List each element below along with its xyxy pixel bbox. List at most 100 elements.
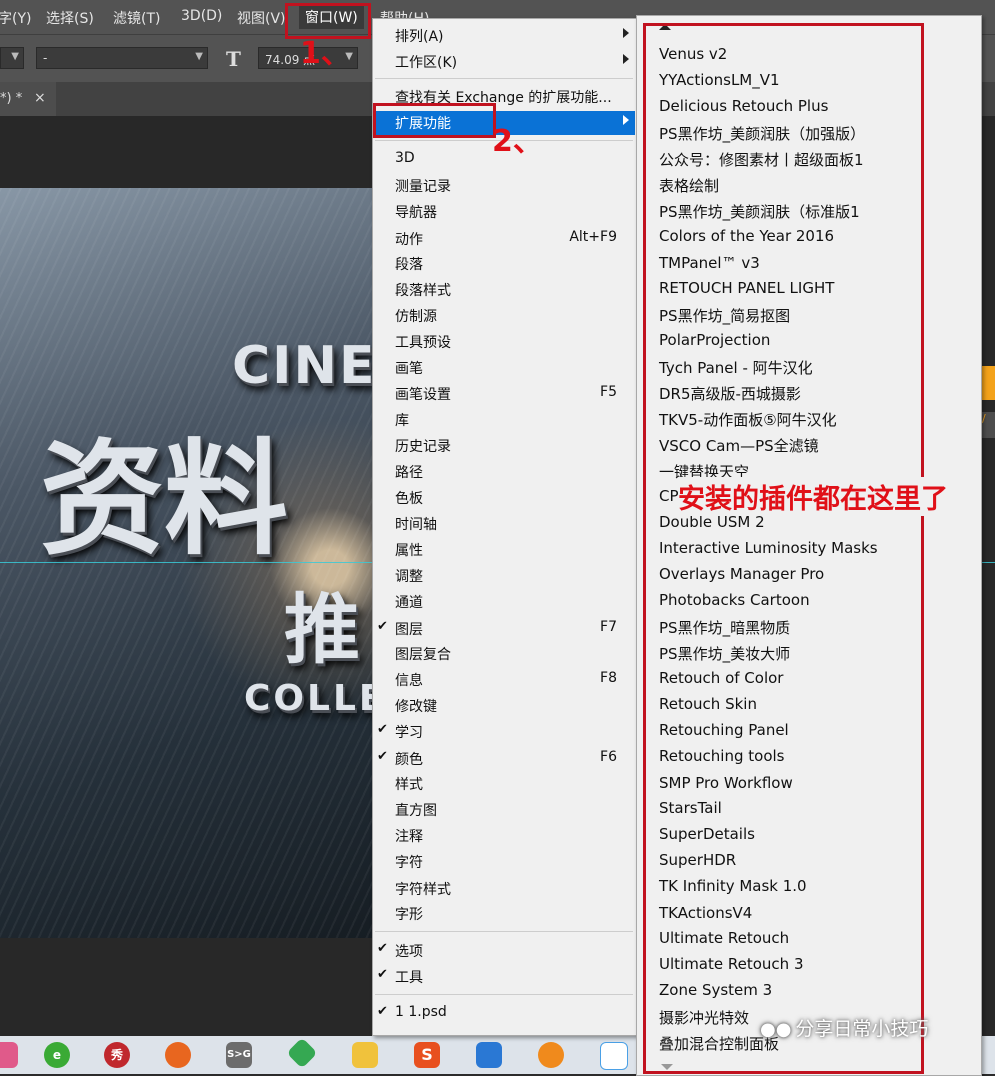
wechat-icon: ●● [760, 1019, 792, 1040]
font-style-value: - [43, 51, 48, 65]
annotation-step-2: 2、 [492, 124, 543, 159]
menu-item-tools[interactable]: ✔ 工具 [373, 965, 635, 989]
checkmark-icon: ✔ [377, 967, 388, 982]
menu-item-actions[interactable]: 动作 Alt+F9 [373, 227, 635, 251]
tools-icon[interactable] [476, 1042, 502, 1068]
watermark-text: 分享日常小技巧 [795, 1018, 929, 1040]
close-icon[interactable]: × [34, 90, 46, 106]
menu-item-histogram[interactable]: 直方图 [373, 798, 635, 822]
menu-item-info[interactable]: 信息 F8 [373, 668, 635, 692]
menu-item-label: 样式 [395, 777, 423, 793]
menu-item-tool-presets[interactable]: 工具预设 [373, 330, 635, 354]
menu-item-options[interactable]: ✔ 选项 [373, 939, 635, 963]
watermark: ●● 分享日常小技巧 [760, 1014, 928, 1041]
annotation-box-plugin-list [643, 23, 924, 1074]
submenu-arrow-icon [623, 28, 629, 38]
menu-item-label: 动作 [395, 232, 423, 248]
menu-item-learn[interactable]: ✔ 学习 [373, 720, 635, 744]
menu-item-label: 信息 [395, 673, 423, 689]
menu-item-character[interactable]: 字符 [373, 850, 635, 874]
menu-item-arrange[interactable]: 排列(A) [373, 24, 635, 48]
menu-item-label: 修改键 [395, 699, 437, 715]
menu-item-label: 学习 [395, 725, 423, 741]
menu-item-paragraph-styles[interactable]: 段落样式 [373, 278, 635, 302]
annotation-note: 安装的插件都在这里了 [678, 477, 948, 516]
menu-item-open-document[interactable]: ✔ 1 1.psd [373, 1002, 635, 1026]
menu-item-label: 画笔设置 [395, 387, 451, 403]
menu-item-label: 段落样式 [395, 283, 451, 299]
menu-item-brushes[interactable]: 画笔 [373, 356, 635, 380]
checkmark-icon: ✔ [377, 619, 388, 634]
folder-icon[interactable] [352, 1042, 378, 1068]
font-style-dropdown[interactable]: - ▼ [36, 47, 208, 69]
menu-item-label: 调整 [395, 569, 423, 585]
checkmark-icon: ✔ [377, 1004, 388, 1019]
menu-item-styles[interactable]: 样式 [373, 772, 635, 796]
checkmark-icon: ✔ [377, 941, 388, 956]
menu-item-glyphs[interactable]: 字形 [373, 902, 635, 926]
menu-item-label: 图层复合 [395, 647, 451, 663]
checkmark-icon: ✔ [377, 749, 388, 764]
menu-item-color[interactable]: ✔ 颜色 F6 [373, 747, 635, 771]
menu-item-label: 色板 [395, 491, 423, 507]
document-tab-title: *) * [0, 91, 23, 106]
sxg-icon[interactable]: S>G [226, 1042, 252, 1068]
menu-item-label: 图层 [395, 622, 423, 638]
sogou-icon[interactable]: S [414, 1042, 440, 1068]
chevron-down-icon: ▼ [11, 51, 19, 62]
menu-item-brush-settings[interactable]: 画笔设置 F5 [373, 382, 635, 406]
app-icon[interactable] [0, 1042, 18, 1068]
chevron-down-icon: ▼ [195, 51, 203, 62]
menu-item-paragraph[interactable]: 段落 [373, 252, 635, 276]
menu-item-adjustments[interactable]: 调整 [373, 564, 635, 588]
artwork-image: CINEM 资料 推 COLLE [0, 188, 372, 938]
menu-item-measurement-log[interactable]: 测量记录 [373, 174, 635, 198]
menu-select[interactable]: 选择(S) [46, 8, 94, 28]
menu-item-label: 历史记录 [395, 439, 451, 455]
menu-item-label: 测量记录 [395, 179, 451, 195]
menu-item-label: 工具 [395, 970, 423, 986]
document-tab[interactable]: *) * × [0, 82, 56, 116]
menu-3d[interactable]: 3D(D) [181, 8, 222, 24]
menu-item-swatches[interactable]: 色板 [373, 486, 635, 510]
menu-item-shortcut: F6 [600, 749, 617, 765]
menu-filter[interactable]: 滤镜(T) [113, 8, 160, 28]
menu-item-shortcut: Alt+F9 [569, 229, 617, 245]
menu-item-paths[interactable]: 路径 [373, 460, 635, 484]
artwork-text-main: 资料 [40, 428, 289, 572]
menu-item-history[interactable]: 历史记录 [373, 434, 635, 458]
menu-item-notes[interactable]: 注释 [373, 824, 635, 848]
green-app-icon[interactable] [286, 1037, 318, 1069]
ie-icon[interactable]: e [44, 1042, 70, 1068]
annotation-box-extensions [373, 103, 496, 138]
menu-item-label: 导航器 [395, 205, 437, 221]
menu-item-layers[interactable]: ✔ 图层 F7 [373, 617, 635, 641]
annotation-step-1: 1、 [300, 36, 351, 71]
menu-item-layer-comps[interactable]: 图层复合 [373, 642, 635, 666]
network-icon[interactable] [600, 1042, 628, 1070]
menu-item-label: 颜色 [395, 752, 423, 768]
menu-item-shortcut: F7 [600, 619, 617, 635]
search-icon[interactable] [538, 1042, 564, 1068]
submenu-arrow-icon [623, 115, 629, 125]
menu-item-channels[interactable]: 通道 [373, 590, 635, 614]
menu-item-workspace[interactable]: 工作区(K) [373, 50, 635, 74]
menu-item-clone-source[interactable]: 仿制源 [373, 304, 635, 328]
font-family-dropdown[interactable]: ▼ [0, 47, 24, 69]
menu-view[interactable]: 视图(V) [237, 8, 286, 28]
menu-item-timeline[interactable]: 时间轴 [373, 512, 635, 536]
menu-item-label: 画笔 [395, 361, 423, 377]
menu-item-label: 字形 [395, 907, 423, 923]
menu-separator [375, 78, 633, 79]
menu-item-navigator[interactable]: 导航器 [373, 200, 635, 224]
menu-item-libraries[interactable]: 库 [373, 408, 635, 432]
submenu-arrow-icon [623, 54, 629, 64]
menu-item-label: 1 1.psd [395, 1004, 447, 1020]
firefox-icon[interactable] [165, 1042, 191, 1068]
menu-item-modifier-keys[interactable]: 修改键 [373, 694, 635, 718]
xiu-icon[interactable]: 秀 [104, 1042, 130, 1068]
menu-item-label: 段落 [395, 257, 423, 273]
menu-item-properties[interactable]: 属性 [373, 538, 635, 562]
menu-item-character-styles[interactable]: 字符样式 [373, 877, 635, 901]
menu-type[interactable]: 字(Y) [0, 8, 31, 28]
